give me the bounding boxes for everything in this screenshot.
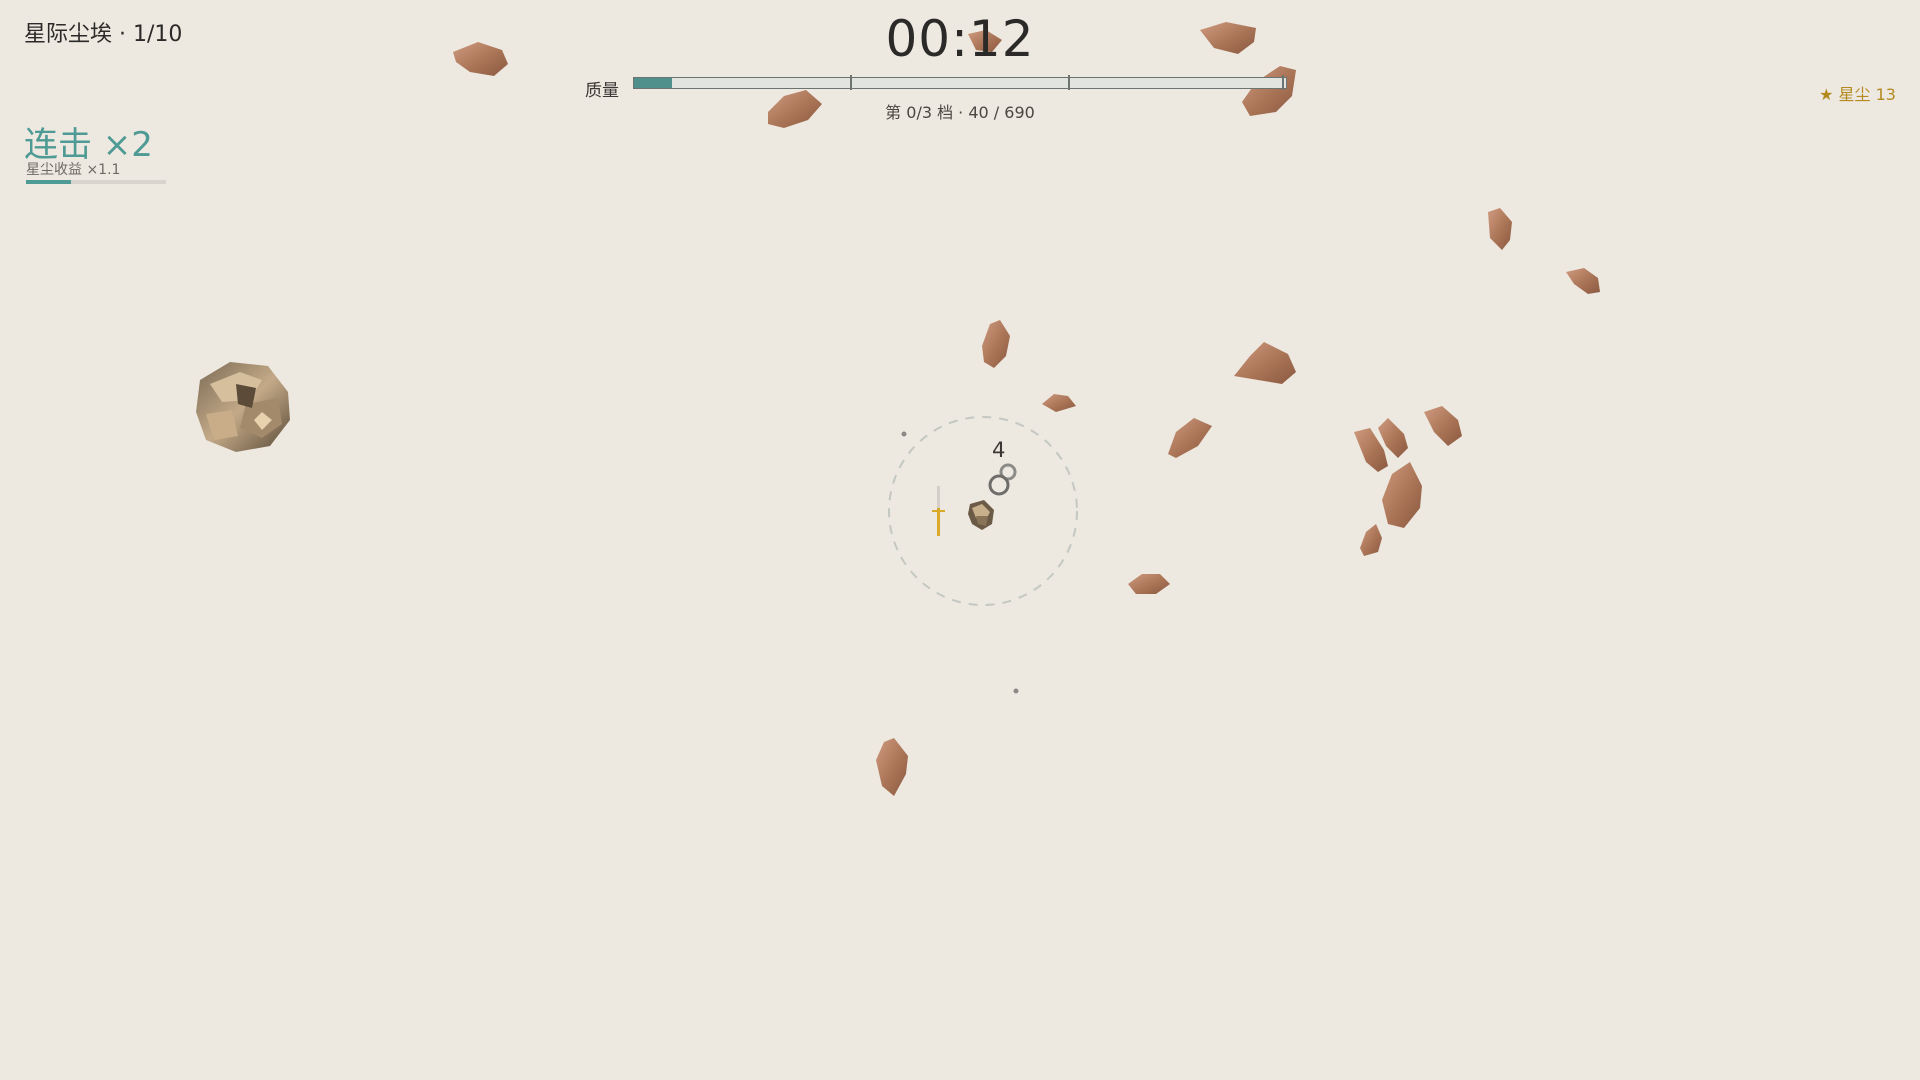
- stardust-counter: ★ 星尘 13: [1819, 85, 1896, 104]
- player-rock: [968, 500, 994, 530]
- asteroid[interactable]: [1488, 208, 1512, 250]
- orbit-ring-icon: [988, 474, 1010, 496]
- game-timer: 00:12: [885, 10, 1035, 68]
- asteroid[interactable]: [1566, 268, 1600, 294]
- player-count-label: 4: [992, 438, 1006, 462]
- game-stage[interactable]: 星际尘埃 · 1/10 00:12 质量 第 0/3 档 · 40 / 690 …: [0, 0, 1920, 1080]
- asteroid[interactable]: [1360, 524, 1382, 556]
- asteroid[interactable]: [1424, 406, 1462, 446]
- asteroid[interactable]: [1042, 394, 1076, 412]
- combo-multiplier-text: 星尘收益 ×1.1: [26, 162, 121, 178]
- asteroid[interactable]: [1382, 462, 1422, 528]
- charge-gauge-marker: [932, 510, 945, 512]
- orbit-dot: [901, 431, 907, 437]
- tier-marker: [850, 75, 852, 90]
- asteroid[interactable]: [982, 320, 1010, 368]
- combo-timer-bar: [26, 180, 166, 184]
- mass-label: 质量: [585, 81, 619, 101]
- charge-gauge-fill: [937, 508, 940, 536]
- mass-progress-bar: [633, 75, 1287, 90]
- asteroid[interactable]: [876, 738, 908, 796]
- tier-marker: [1068, 75, 1070, 90]
- tier-marker: [1282, 75, 1284, 90]
- tier-progress-text: 第 0/3 档 · 40 / 690: [885, 103, 1035, 122]
- combo-timer-fill: [26, 180, 71, 184]
- large-asteroid[interactable]: [196, 362, 290, 452]
- asteroid[interactable]: [1234, 342, 1296, 384]
- mass-progress-fill: [634, 78, 672, 88]
- asteroid[interactable]: [1128, 574, 1170, 594]
- orbit-dot: [1013, 688, 1019, 694]
- asteroid[interactable]: [1168, 418, 1212, 458]
- play-field[interactable]: [0, 0, 1920, 1080]
